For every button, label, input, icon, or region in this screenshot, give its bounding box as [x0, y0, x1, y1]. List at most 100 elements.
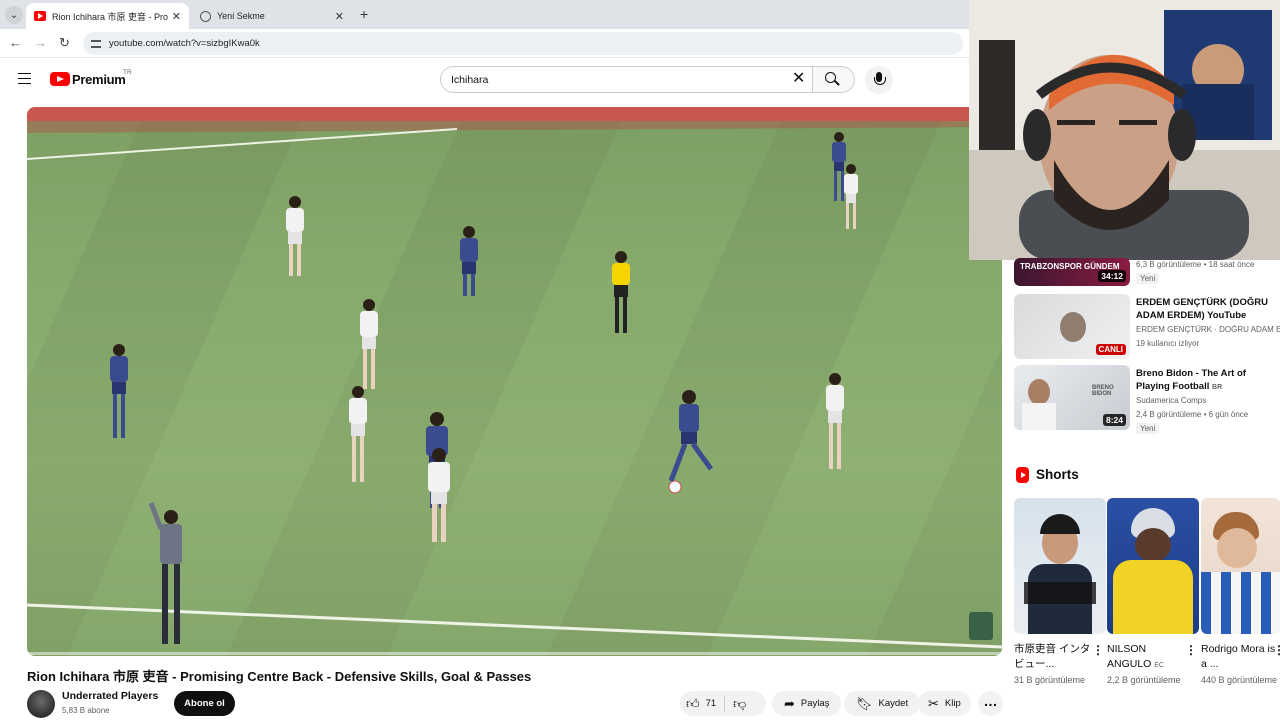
thumbs-up-icon: 👍︎ — [686, 695, 700, 711]
voice-search-icon[interactable] — [865, 66, 893, 94]
short-thumbnail[interactable] — [1201, 498, 1280, 634]
short-views: 31 B görüntüleme — [1014, 675, 1086, 685]
video-title[interactable]: Breno Bidon - The Art of Playing Footbal… — [1136, 367, 1280, 393]
duration-badge: 34:12 — [1098, 270, 1126, 282]
jersey-shape — [1022, 403, 1056, 430]
divider — [724, 695, 726, 712]
video-title[interactable]: ERDEM GENÇTÜRK (DOĞRU ADAM ERDEM) YouTub… — [1136, 296, 1280, 322]
like-dislike-group: 👍︎ 71 👎︎ — [680, 691, 766, 716]
channel-name[interactable]: ERDEM GENÇTÜRK · DOĞRU ADAM ERDEM — [1136, 325, 1280, 334]
avatar — [1028, 379, 1050, 405]
shorts-heading: Shorts — [1036, 467, 1079, 482]
short-thumbnail[interactable] — [1014, 498, 1106, 634]
hair-shape — [1040, 514, 1080, 534]
short-item[interactable]: NILSON ANGULO EC ⋮ 2,2 B görüntüleme — [1107, 498, 1199, 685]
clip-button[interactable]: ✂ Klip — [918, 691, 971, 716]
avatar — [1217, 528, 1257, 568]
more-options-icon[interactable]: ⋮ — [1092, 644, 1104, 656]
clip-label: Klip — [944, 698, 961, 709]
new-badge: Yeni — [1136, 273, 1160, 284]
search-input[interactable] — [451, 73, 781, 86]
like-button[interactable]: 👍︎ 71 — [680, 691, 716, 716]
video-progress-bar[interactable] — [27, 652, 1002, 655]
shorts-icon — [1016, 467, 1029, 483]
save-label: Kaydet — [878, 698, 909, 709]
more-options-icon[interactable]: ⋮ — [1185, 644, 1197, 656]
video-thumbnail[interactable]: CANLI — [1014, 294, 1130, 359]
avatar — [1060, 312, 1086, 342]
webcam-feed — [969, 0, 1280, 260]
avatar — [1135, 528, 1171, 562]
video-title: Rion Ichihara 市原 吏音 - Promising Centre B… — [27, 669, 532, 684]
globe-icon — [200, 10, 211, 22]
tab-title: Rion Ichihara 市原 吏音 - Promi — [52, 11, 168, 22]
dislike-button-thumbs-down-icon[interactable]: 👎︎ — [733, 696, 746, 712]
hamburger-menu-icon[interactable] — [18, 73, 31, 84]
tab-title: Yeni Sekme — [217, 11, 265, 21]
new-tab-plus-icon[interactable]: + — [360, 6, 368, 22]
like-count: 71 — [705, 698, 717, 709]
video-meta: 6,3 B görüntüleme • 18 saat önce — [1136, 260, 1255, 269]
short-item[interactable]: Rodrigo Mora is a ... ⋮ 440 B görüntülem… — [1201, 498, 1280, 685]
subscribe-button[interactable]: Abone ol — [174, 691, 235, 716]
region-code: TR — [123, 69, 132, 76]
live-badge: CANLI — [1095, 344, 1126, 355]
caption-bar — [1024, 582, 1096, 604]
clear-search-icon[interactable]: ✕ — [792, 71, 805, 87]
jersey-shape — [1201, 572, 1280, 634]
more-options-icon[interactable]: ⋮ — [1273, 644, 1280, 656]
browser-toolbar: ← → ↻ youtube.com/watch?v=sizbgIKwa0k — [0, 29, 969, 58]
address-url: youtube.com/watch?v=sizbgIKwa0k — [109, 38, 260, 49]
short-title-text: NILSON ANGULO — [1107, 643, 1152, 670]
related-video-item[interactable]: CANLI ERDEM GENÇTÜRK (DOĞRU ADAM ERDEM) … — [1014, 294, 1280, 362]
tab-youtube[interactable]: Rion Ichihara 市原 吏音 - Promi ✕ — [26, 3, 189, 29]
video-meta: 2,4 B görüntüleme • 6 gün önce — [1136, 410, 1249, 419]
short-title[interactable]: 市原吏音 インタビュー... — [1014, 642, 1092, 672]
short-title[interactable]: NILSON ANGULO EC — [1107, 642, 1185, 672]
channel-avatar[interactable] — [27, 690, 55, 718]
search-icon — [825, 72, 836, 83]
channel-name[interactable]: Sudamerica Comps — [1136, 396, 1280, 405]
short-views: 440 B görüntüleme — [1201, 675, 1278, 685]
video-thumbnail[interactable]: BRENO BIDON 8:24 — [1014, 365, 1130, 430]
save-button[interactable]: 🔖︎ Kaydet — [844, 691, 921, 716]
more-actions-icon[interactable]: … — [978, 691, 1003, 716]
reload-icon[interactable]: ↻ — [59, 35, 70, 51]
video-player[interactable] — [27, 107, 1002, 656]
search-box[interactable] — [440, 66, 813, 93]
address-bar[interactable]: youtube.com/watch?v=sizbgIKwa0k — [83, 32, 963, 55]
video-meta: 19 kullanıcı izliyor — [1136, 339, 1200, 348]
video-title-text: Breno Bidon - The Art of Playing Footbal… — [1136, 368, 1246, 392]
browser-tabstrip: ⌄ Rion Ichihara 市原 吏音 - Promi ✕ Yeni Sek… — [0, 0, 969, 29]
new-badge: Yeni — [1136, 423, 1160, 434]
channel-name[interactable]: Underrated Players — [62, 690, 158, 702]
share-arrow-icon: ➦ — [784, 695, 795, 711]
webcam-overlay — [969, 0, 1280, 260]
tab-search-icon[interactable]: ⌄ — [5, 6, 23, 24]
youtube-favicon-icon — [34, 11, 46, 21]
bookmark-icon: 🔖︎ — [856, 695, 873, 711]
video-thumbnail[interactable]: TRABZONSPOR GÜNDEM 34:12 — [1014, 258, 1130, 286]
site-info-icon[interactable] — [91, 39, 101, 48]
subscriber-count: 5,83 B abone — [62, 706, 110, 715]
duration-badge: 8:24 — [1102, 414, 1126, 426]
region-suffix: BR — [1212, 384, 1223, 391]
related-video-item[interactable]: BRENO BIDON 8:24 Breno Bidon - The Art o… — [1014, 365, 1280, 434]
back-arrow-icon[interactable]: ← — [9, 35, 22, 51]
youtube-logo-icon[interactable] — [50, 72, 70, 86]
brand-label[interactable]: Premium — [72, 72, 126, 87]
share-label: Paylaş — [800, 698, 830, 709]
close-tab-icon[interactable]: ✕ — [172, 10, 181, 23]
short-views: 2,2 B görüntüleme — [1107, 675, 1181, 685]
short-thumbnail[interactable] — [1107, 498, 1199, 634]
short-title[interactable]: Rodrigo Mora is a ... — [1201, 642, 1279, 672]
jersey-shape — [1113, 560, 1193, 634]
share-button[interactable]: ➦ Paylaş — [772, 691, 842, 716]
thumbnail-text: BRENO BIDON — [1092, 385, 1114, 397]
short-item[interactable]: 市原吏音 インタビュー... ⋮ 31 B görüntüleme — [1014, 498, 1106, 685]
video-frame — [27, 107, 1002, 656]
region-suffix: EC — [1154, 662, 1164, 669]
forward-arrow-icon[interactable]: → — [34, 35, 47, 51]
close-tab-icon[interactable]: ✕ — [335, 10, 344, 23]
tab-new[interactable]: Yeni Sekme ✕ — [192, 3, 352, 29]
